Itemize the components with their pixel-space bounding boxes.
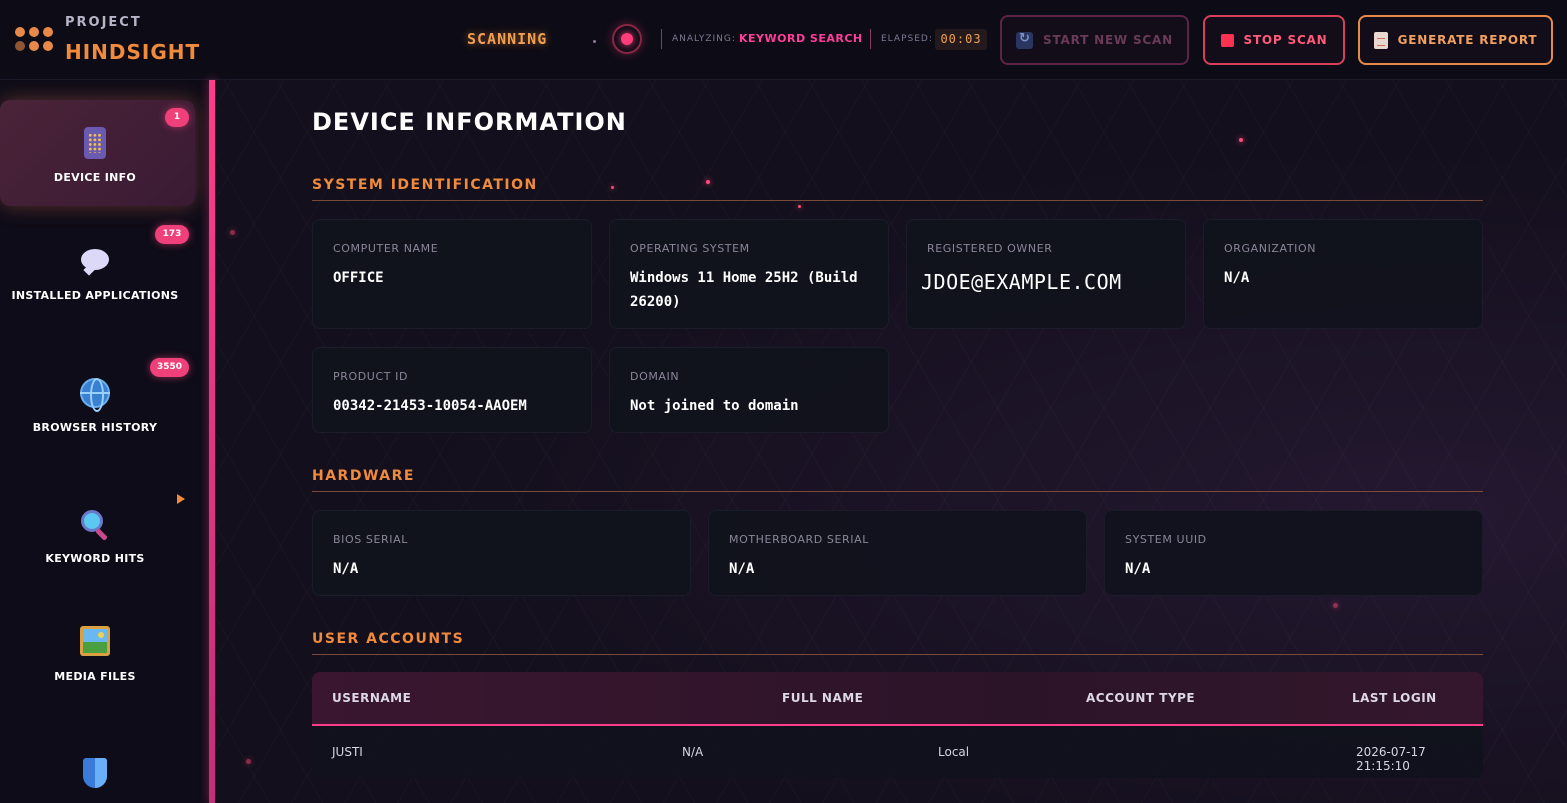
info-card-registered-owner: REGISTERED OWNER JDOE@EXAMPLE.COM (906, 219, 1186, 329)
sidebar-accent-line (209, 80, 215, 803)
field-value: N/A (1224, 270, 1250, 286)
elapsed-label: ELAPSED: (881, 34, 933, 44)
column-header-last-login[interactable]: LAST LOGIN (1352, 691, 1437, 705)
info-card-product-id: PRODUCT ID 00342-21453-10054-AAOEM (312, 347, 592, 433)
stop-icon (1220, 33, 1234, 47)
count-badge: 3550 (150, 358, 189, 377)
column-header-account-type[interactable]: ACCOUNT TYPE (1086, 691, 1195, 705)
section-title-hardware: HARDWARE (312, 468, 415, 484)
decor-spark (706, 180, 710, 184)
analyzing-label: ANALYZING: (672, 34, 736, 44)
column-header-username[interactable]: USERNAME (332, 691, 411, 705)
field-value: N/A (1125, 561, 1151, 577)
info-card-bios-serial: BIOS SERIAL N/A (312, 510, 691, 596)
field-value: N/A (333, 561, 359, 577)
sidebar-item-label: INSTALLED APPLICATIONS (11, 289, 179, 302)
field-label: MOTHERBOARD SERIAL (729, 533, 869, 546)
count-badge: 173 (155, 225, 189, 244)
table-header: USERNAME FULL NAME ACCOUNT TYPE LAST LOG… (312, 672, 1483, 726)
stop-scan-label: STOP SCAN (1243, 33, 1328, 47)
sidebar-item-installed-applications[interactable]: INSTALLED APPLICATIONS 173 (0, 220, 195, 330)
field-value: JDOE@EXAMPLE.COM (921, 270, 1122, 294)
cell-username: JUSTI (332, 745, 363, 759)
sidebar-item-keyword-hits[interactable]: KEYWORD HITS (0, 490, 195, 580)
decor-spark (230, 230, 235, 235)
sidebar-item-device-info[interactable]: DEVICE INFO 1 (0, 100, 195, 206)
field-value: Windows 11 Home 25H2 (Build 26200) (630, 270, 858, 310)
decor-spark (1333, 603, 1338, 608)
phone-icon (79, 127, 111, 159)
column-header-full-name[interactable]: FULL NAME (782, 691, 863, 705)
sidebar-item-label: BROWSER HISTORY (32, 421, 158, 434)
brand-title: HINDSIGHT (65, 40, 201, 64)
field-value: OFFICE (333, 270, 384, 286)
elapsed-timer: 00:03 (935, 29, 987, 50)
shield-icon (79, 758, 111, 790)
count-badge: 1 (165, 108, 189, 127)
generate-report-label: GENERATE REPORT (1397, 33, 1538, 47)
radar-pulse-icon (612, 24, 642, 54)
info-card-organization: ORGANIZATION N/A (1203, 219, 1483, 329)
cell-full-name: N/A (682, 745, 704, 759)
info-card-motherboard-serial: MOTHERBOARD SERIAL N/A (708, 510, 1087, 596)
scan-status: SCANNING (467, 30, 548, 48)
field-value: Not joined to domain (630, 398, 799, 414)
field-label: ORGANIZATION (1224, 242, 1317, 255)
field-value: 00342-21453-10054-AAOEM (333, 398, 527, 414)
info-card-domain: DOMAIN Not joined to domain (609, 347, 889, 433)
top-header: PROJECT HINDSIGHT SCANNING ANALYZING: KE… (0, 0, 1567, 80)
field-value: N/A (729, 561, 755, 577)
expand-arrow-icon[interactable] (177, 494, 185, 504)
sidebar-item-security[interactable] (0, 740, 195, 803)
field-label: DOMAIN (630, 370, 680, 383)
field-label: REGISTERED OWNER (927, 242, 1053, 255)
sidebar-item-media-files[interactable]: MEDIA FILES (0, 610, 195, 710)
sidebar-item-label: KEYWORD HITS (45, 552, 145, 565)
status-dot (593, 40, 596, 43)
brand-subtitle: PROJECT (65, 15, 142, 30)
start-new-scan-label: START NEW SCAN (1043, 33, 1173, 47)
field-label: BIOS SERIAL (333, 533, 409, 546)
decor-spark (798, 205, 801, 208)
section-title-user-accounts: USER ACCOUNTS (312, 631, 465, 647)
sidebar-item-label: DEVICE INFO (53, 171, 137, 184)
cell-account-type: Local (938, 745, 970, 759)
info-card-computer-name: COMPUTER NAME OFFICE (312, 219, 592, 329)
magnifier-icon (79, 509, 111, 541)
document-icon (1373, 31, 1388, 49)
stop-scan-button[interactable]: STOP SCAN (1203, 15, 1345, 65)
decor-spark (246, 759, 251, 764)
decor-spark (1239, 138, 1243, 142)
analyzing-value: KEYWORD SEARCH (739, 32, 863, 45)
speech-bubble-icon (79, 246, 111, 278)
section-divider (312, 491, 1483, 492)
decor-spark (611, 186, 614, 189)
cell-last-login: 2026-07-17 21:15:10 (1356, 745, 1426, 773)
section-divider (312, 654, 1483, 655)
start-new-scan-button[interactable]: START NEW SCAN (1000, 15, 1189, 65)
user-accounts-table: USERNAME FULL NAME ACCOUNT TYPE LAST LOG… (312, 672, 1483, 778)
field-label: COMPUTER NAME (333, 242, 439, 255)
info-card-system-uuid: SYSTEM UUID N/A (1104, 510, 1483, 596)
divider (870, 29, 871, 49)
sidebar-item-label: MEDIA FILES (54, 670, 136, 683)
globe-icon (79, 377, 111, 412)
field-label: OPERATING SYSTEM (630, 242, 750, 255)
section-divider (312, 200, 1483, 201)
divider (661, 29, 662, 49)
section-title-system-identification: SYSTEM IDENTIFICATION (312, 177, 538, 193)
field-label: SYSTEM UUID (1125, 533, 1207, 546)
logo-dots-icon (15, 27, 53, 53)
picture-icon (79, 626, 111, 658)
page-title: DEVICE INFORMATION (312, 108, 627, 136)
sidebar-item-browser-history[interactable]: BROWSER HISTORY 3550 (0, 352, 195, 462)
refresh-icon (1016, 31, 1034, 49)
info-card-operating-system: OPERATING SYSTEM Windows 11 Home 25H2 (B… (609, 219, 889, 329)
field-label: PRODUCT ID (333, 370, 409, 383)
generate-report-button[interactable]: GENERATE REPORT (1358, 15, 1553, 65)
